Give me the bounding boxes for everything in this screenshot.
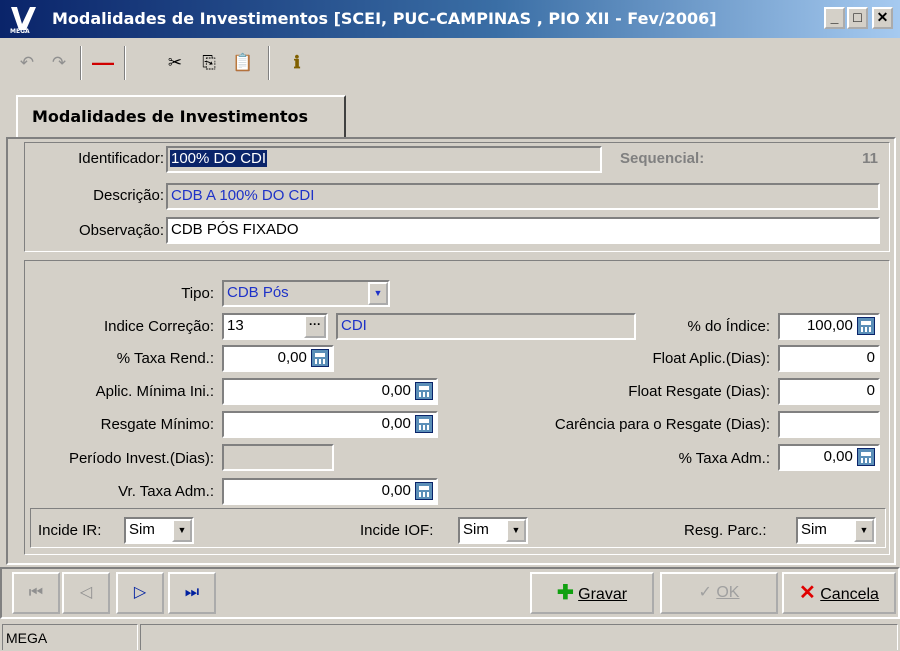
indice-correcao-label: Indice Correção: [103,318,214,335]
incide-ir-label: Incide IR: [38,522,102,539]
vr-taxa-adm-label: Vr. Taxa Adm.: [118,483,214,500]
resg-parc-label: Resg. Parc.: [684,522,767,539]
resgate-minimo-label: Resgate Mínimo: [100,416,214,433]
tipo-label: Tipo: [181,285,214,302]
copy-icon[interactable]: ⎘ [194,48,224,78]
periodo-invest-field [222,444,334,471]
toolbar [0,40,900,88]
chevron-down-icon[interactable]: ▼ [172,519,192,542]
tipo-select[interactable]: CDB Pós ▼ [222,280,390,307]
tab-modalidades[interactable]: Modalidades de Investimentos [16,95,346,137]
chevron-down-icon[interactable]: ▼ [854,519,874,542]
pct-indice-label: % do Índice: [687,318,770,335]
cancela-button[interactable]: ✕ Cancela [782,572,896,614]
minimize-button[interactable]: _ [824,7,845,29]
ok-button[interactable]: ✓ OK [660,572,778,614]
float-aplic-field[interactable]: 0 [778,345,880,372]
calculator-icon[interactable] [415,382,433,401]
taxa-rend-label: % Taxa Rend.: [116,350,214,367]
calculator-icon[interactable] [415,482,433,501]
next-icon: ▷ [133,584,147,601]
descricao-label: Descrição: [93,187,164,204]
toolbar-separator [80,46,82,80]
float-resgate-label: Float Resgate (Dias): [628,383,770,400]
last-record-button[interactable]: ⏭ [168,572,216,614]
toolbar-separator [124,46,126,80]
tab-label: Modalidades de Investimentos [32,107,309,126]
cancela-label: Cancela [820,586,879,603]
sequencial-label: Sequencial: [620,150,705,167]
status-text: MEGA [2,624,138,650]
identificador-field[interactable]: 100% DO CDI [166,146,602,173]
gravar-label: Gravar [578,586,628,603]
aplic-minima-label: Aplic. Mínima Ini.: [95,383,214,400]
green-plus-icon: ✚ [556,582,574,604]
incide-iof-select[interactable]: Sim ▼ [458,517,528,544]
descricao-field[interactable]: CDB A 100% DO CDI [166,183,880,210]
vr-taxa-adm-field[interactable]: 0,00 [222,478,438,505]
sequencial-value: 11 [862,150,878,167]
float-resgate-field[interactable]: 0 [778,378,880,405]
aplic-minima-field[interactable]: 0,00 [222,378,438,405]
undo-icon[interactable]: ↶ [12,48,42,78]
calculator-icon[interactable] [857,317,875,336]
gravar-button[interactable]: ✚ Gravar [530,572,654,614]
chevron-down-icon[interactable]: ▼ [368,282,388,305]
toolbar-separator [268,46,270,80]
info-icon[interactable]: ℹ [282,48,312,78]
svg-text:MEGA: MEGA [10,28,30,34]
incide-iof-label: Incide IOF: [360,522,434,539]
resgate-minimo-field[interactable]: 0,00 [222,411,438,438]
calculator-icon[interactable] [311,349,329,368]
calculator-icon[interactable] [415,415,433,434]
first-record-button[interactable]: ⏮ [12,572,60,614]
close-button[interactable]: ✕ [872,7,893,29]
delete-icon[interactable]: — [88,48,118,78]
incide-ir-select[interactable]: Sim ▼ [124,517,194,544]
paste-icon[interactable]: 📋 [228,48,258,78]
calculator-icon[interactable] [857,448,875,467]
taxa-rend-field[interactable]: 0,00 [222,345,334,372]
ok-label: OK [716,584,740,601]
periodo-invest-label: Período Invest.(Dias): [68,450,214,467]
lookup-button[interactable]: ··· [304,315,326,338]
indice-correcao-field[interactable]: 13 ··· [222,313,328,340]
observacao-label: Observação: [78,222,164,239]
window-title: Modalidades de Investimentos [SCEI, PUC-… [52,9,717,28]
observacao-field[interactable]: CDB PÓS FIXADO [166,217,880,244]
maximize-button[interactable]: □ [847,7,868,29]
redo-icon[interactable]: ↷ [44,48,74,78]
carencia-field[interactable] [778,411,880,438]
identificador-label: Identificador: [78,150,164,167]
next-record-button[interactable]: ▷ [116,572,164,614]
check-icon: ✓ [698,584,712,601]
first-icon: ⏮ [28,584,44,601]
last-icon: ⏭ [184,584,200,601]
float-aplic-label: Float Aplic.(Dias): [652,350,770,367]
status-panel [140,624,898,650]
mega-logo-icon: MEGA [8,4,44,35]
prev-icon: ◁ [79,584,93,601]
cut-icon[interactable]: ✂ [160,48,190,78]
cancel-x-icon: ✕ [799,582,816,604]
pct-indice-field[interactable]: 100,00 [778,313,880,340]
taxa-adm-pct-field[interactable]: 0,00 [778,444,880,471]
carencia-label: Carência para o Resgate (Dias): [554,416,770,433]
title-bar: MEGA Modalidades de Investimentos [SCEI,… [0,0,900,38]
chevron-down-icon[interactable]: ▼ [506,519,526,542]
resg-parc-select[interactable]: Sim ▼ [796,517,876,544]
taxa-adm-pct-label: % Taxa Adm.: [678,450,770,467]
prev-record-button[interactable]: ◁ [62,572,110,614]
